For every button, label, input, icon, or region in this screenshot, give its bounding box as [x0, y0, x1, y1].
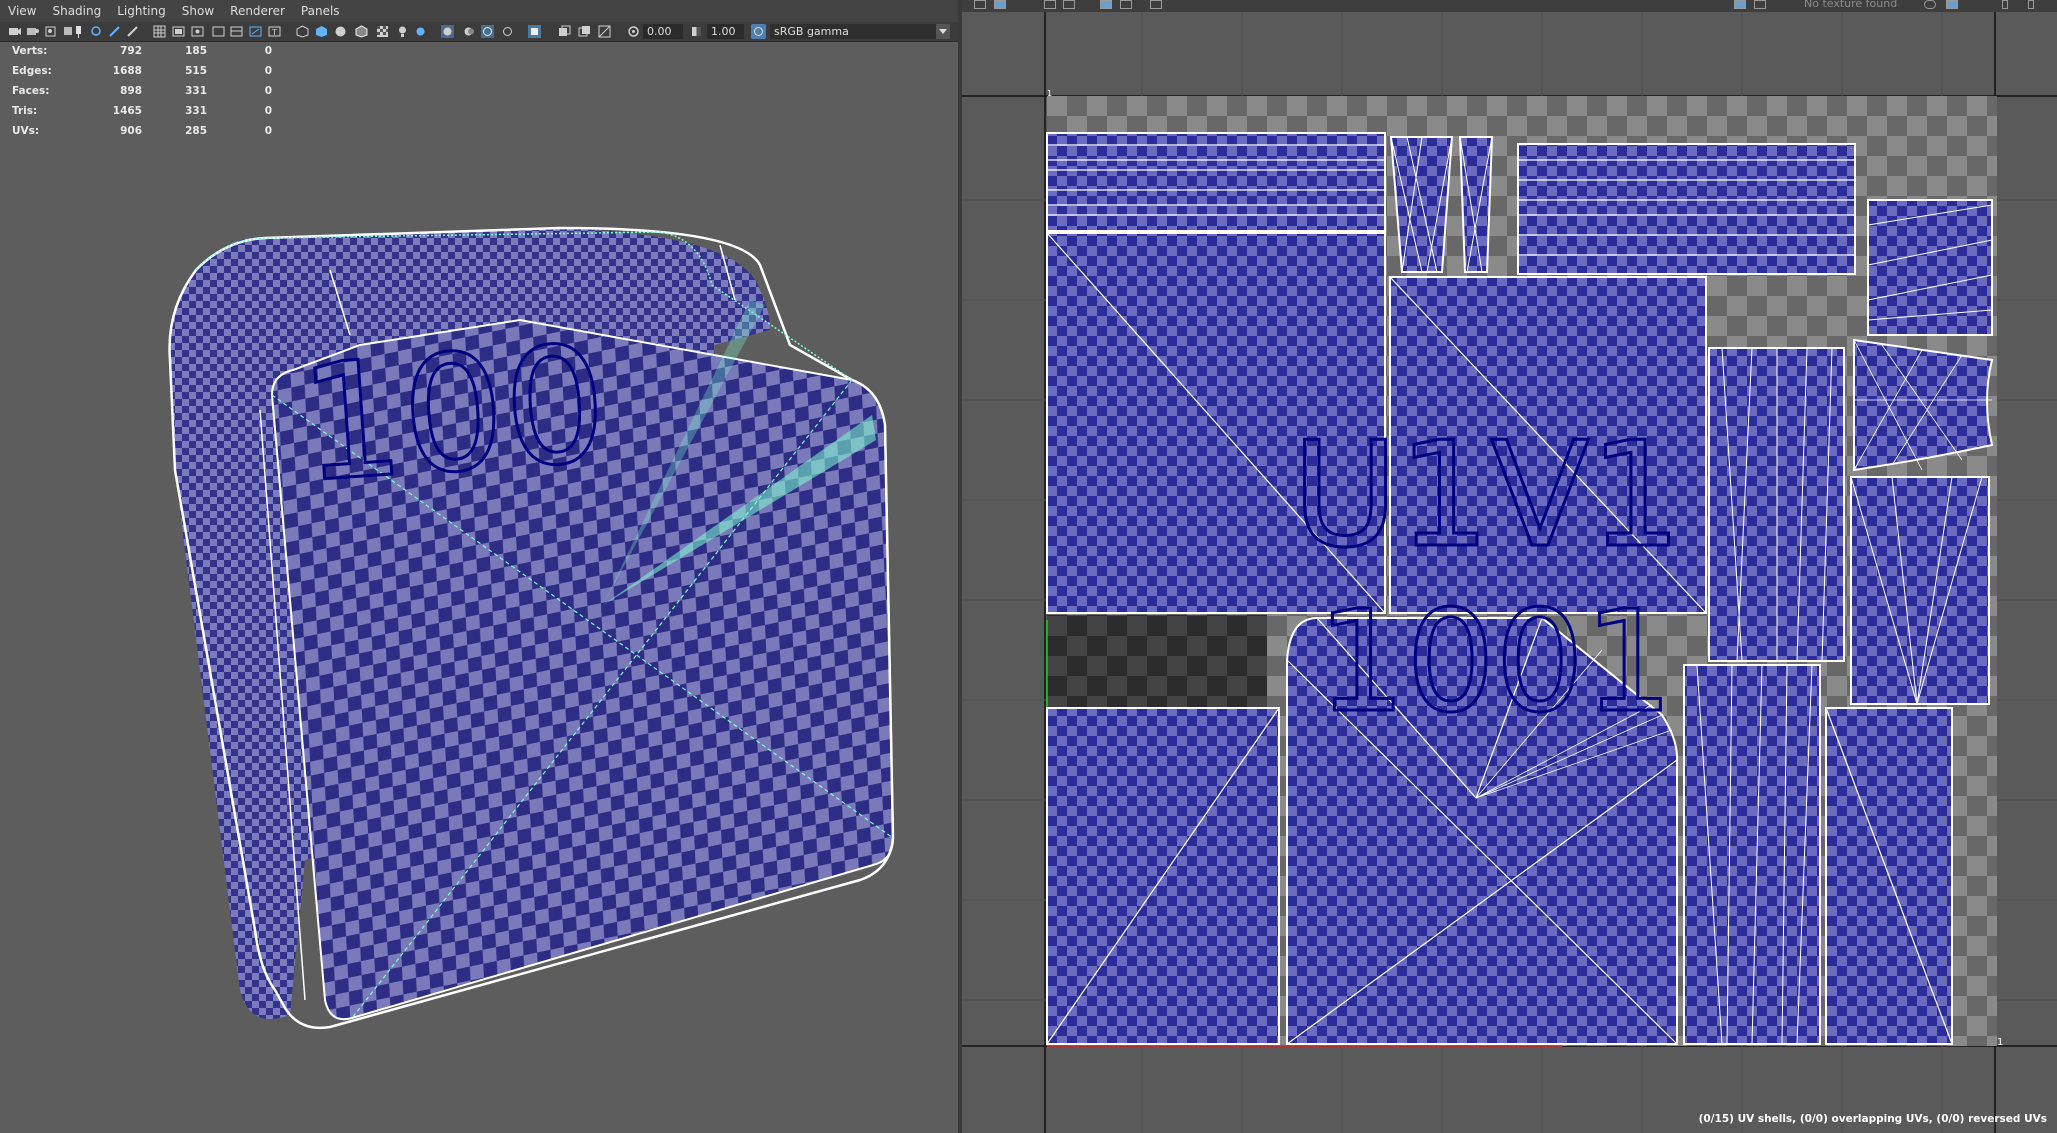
uv-shell[interactable]: [1458, 136, 1494, 273]
axis-mark: 1: [1997, 1037, 2003, 1048]
uv-shell[interactable]: [1708, 347, 1845, 662]
viewport-panel[interactable]: View Shading Lighting Show Renderer Pane…: [0, 0, 960, 1133]
uv-shell[interactable]: [1867, 199, 1993, 336]
uv-tile-label: U1V1: [1292, 411, 1682, 580]
uv-shell[interactable]: [1825, 707, 1953, 1045]
uv-status-text: (0/15) UV shells, (0/0) overlapping UVs,…: [1698, 1113, 2047, 1125]
face-texture-label: 100: [295, 310, 613, 518]
axis-mark: 1: [1047, 89, 1052, 98]
uv-shell[interactable]: [1046, 132, 1386, 232]
uv-shell[interactable]: [1683, 664, 1821, 1045]
uv-shell[interactable]: [1046, 707, 1280, 1045]
uv-canvas[interactable]: 1 1 U1V1 1001: [962, 0, 2057, 1133]
rounded-cube-mesh[interactable]: 100: [168, 226, 895, 1030]
uv-shell[interactable]: [1850, 476, 1990, 705]
uv-shell[interactable]: [1517, 143, 1856, 275]
uv-shell[interactable]: [1389, 136, 1454, 273]
uv-tile-label: 1001: [1317, 581, 1673, 744]
3d-mesh-view[interactable]: 100: [0, 0, 960, 1133]
panel-divider[interactable]: [958, 0, 962, 1133]
uv-editor-panel[interactable]: No texture found 1 1 U1V1 1001 (0/15) UV…: [962, 0, 2057, 1133]
uv-tile-checker-dark: [1047, 615, 1267, 710]
